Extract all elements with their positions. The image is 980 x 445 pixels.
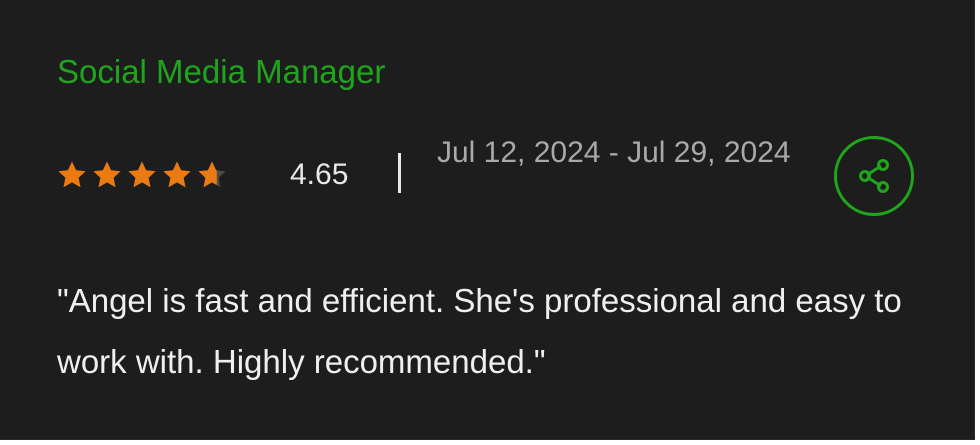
star-full-icon (128, 161, 156, 188)
share-icon (859, 159, 889, 193)
share-button[interactable] (834, 136, 914, 216)
star-partial-icon (198, 161, 226, 188)
review-quote: "Angel is fast and efficient. She's prof… (57, 282, 902, 380)
star-full-icon (58, 161, 86, 188)
review-card: Social Media Manager 4.65 Jul 12, 2024 -… (0, 0, 975, 440)
rating-date-divider (398, 153, 401, 193)
star-full-icon (93, 161, 121, 188)
star-full-icon (163, 161, 191, 188)
job-title: Social Media Manager (57, 53, 386, 90)
date-range: Jul 12, 2024 - Jul 29, 2024 (437, 136, 791, 169)
rating-value: 4.65 (290, 158, 349, 191)
star-rating (56, 159, 228, 191)
